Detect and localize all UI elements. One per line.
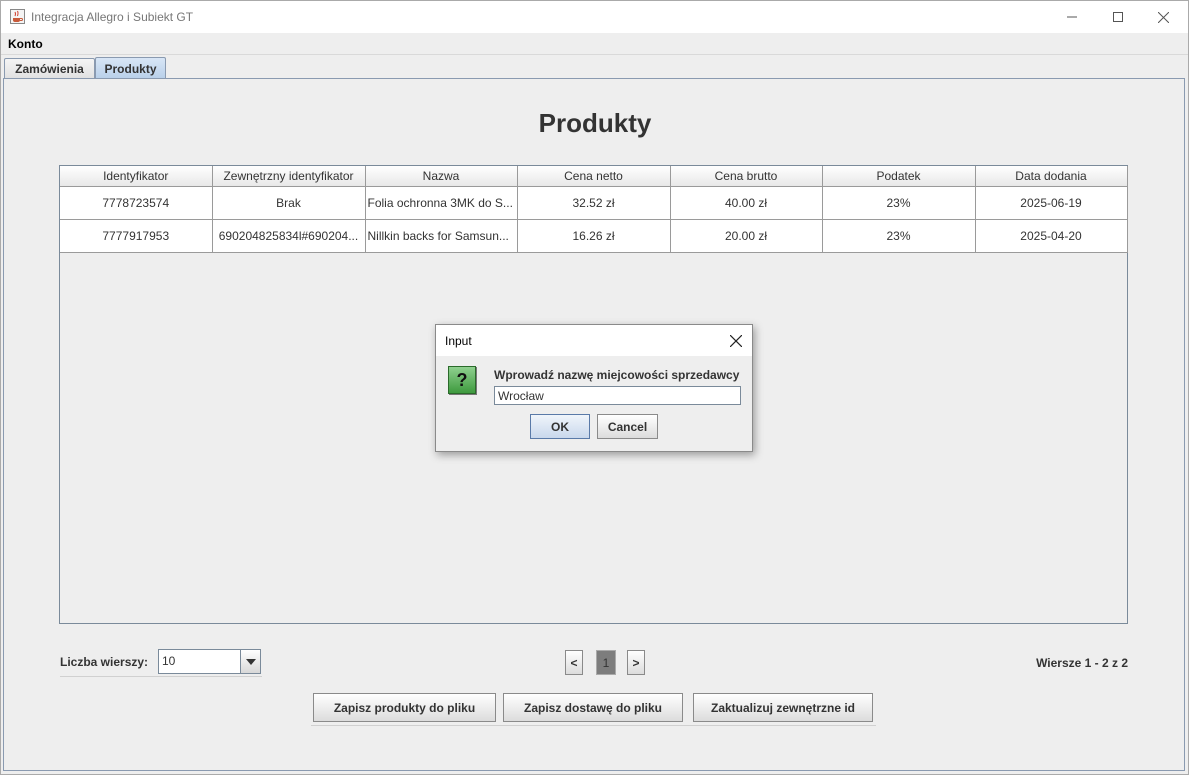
prev-page-button[interactable]: < (565, 650, 583, 675)
rows-per-page-select[interactable]: 10 (158, 649, 261, 674)
close-icon[interactable] (726, 331, 746, 351)
table-cell[interactable]: 7777917953 (60, 219, 213, 253)
tab-zamowienia[interactable]: Zamówienia (4, 58, 95, 79)
input-dialog: Input ? Wprowadź nazwę miejcowości sprze… (435, 324, 753, 452)
save-products-button[interactable]: Zapisz produkty do pliku (313, 693, 496, 722)
window-title: Integracja Allegro i Subiekt GT (31, 10, 194, 24)
next-page-button[interactable]: > (627, 650, 645, 675)
column-header[interactable]: Cena brutto (670, 166, 823, 187)
table-row[interactable]: 7777917953 690204825834l#690204... Nillk… (60, 219, 1128, 253)
table-cell[interactable]: 32.52 zł (517, 186, 671, 220)
current-page-button[interactable]: 1 (596, 650, 616, 675)
table-cell[interactable]: Folia ochronna 3MK do S... (365, 186, 518, 220)
column-header[interactable]: Podatek (822, 166, 976, 187)
table-cell[interactable]: 23% (822, 219, 976, 253)
table-cell[interactable]: 23% (822, 186, 976, 220)
table-cell[interactable]: 40.00 zł (670, 186, 823, 220)
table-cell[interactable]: 20.00 zł (670, 219, 823, 253)
close-window-button[interactable] (1140, 1, 1186, 33)
chevron-down-icon[interactable] (240, 650, 260, 673)
column-header[interactable]: Zewnętrzny identyfikator (212, 166, 366, 187)
java-cup-icon (10, 9, 25, 24)
tab-produkty[interactable]: Produkty (95, 57, 166, 79)
maximize-button[interactable] (1095, 1, 1141, 33)
rows-per-page-value: 10 (162, 654, 176, 668)
dialog-title: Input (445, 334, 472, 348)
table-cell[interactable]: 690204825834l#690204... (212, 219, 366, 253)
divider (311, 725, 876, 726)
minimize-button[interactable] (1049, 1, 1095, 33)
column-header[interactable]: Data dodania (975, 166, 1128, 187)
tab-strip: Zamówienia Produkty (1, 57, 1188, 79)
rows-info: Wiersze 1 - 2 z 2 (1036, 656, 1128, 670)
title-bar: Integracja Allegro i Subiekt GT (1, 1, 1188, 33)
table-cell[interactable]: Brak (212, 186, 366, 220)
city-input[interactable] (494, 386, 741, 405)
menu-konto[interactable]: Konto (8, 37, 43, 51)
ok-button[interactable]: OK (530, 414, 590, 439)
column-header[interactable]: Nazwa (365, 166, 518, 187)
question-icon: ? (448, 366, 476, 394)
table-row[interactable]: 7778723574 Brak Folia ochronna 3MK do S.… (60, 186, 1128, 220)
dialog-message: Wprowadź nazwę miejcowości sprzedawcy (494, 368, 740, 382)
app-window: Integracja Allegro i Subiekt GT Konto Za… (0, 0, 1189, 775)
column-header[interactable]: Identyfikator (60, 166, 213, 187)
page-title: Produkty (538, 108, 652, 138)
table-cell[interactable]: 2025-06-19 (975, 186, 1128, 220)
table-cell[interactable]: 16.26 zł (517, 219, 671, 253)
divider (60, 676, 262, 677)
menu-bar: Konto (1, 33, 1188, 55)
rows-per-page-label: Liczba wierszy: (60, 655, 149, 669)
column-header[interactable]: Cena netto (517, 166, 671, 187)
update-external-id-button[interactable]: Zaktualizuj zewnętrzne id (693, 693, 873, 722)
cancel-button[interactable]: Cancel (597, 414, 658, 439)
save-delivery-button[interactable]: Zapisz dostawę do pliku (503, 693, 683, 722)
table-cell[interactable]: Nillkin backs for Samsun... (365, 219, 518, 253)
dialog-title-bar: Input (436, 325, 752, 356)
table-cell[interactable]: 7778723574 (60, 186, 213, 220)
table-cell[interactable]: 2025-04-20 (975, 219, 1128, 253)
table-header-row: Identyfikator Zewnętrzny identyfikator N… (60, 166, 1128, 187)
